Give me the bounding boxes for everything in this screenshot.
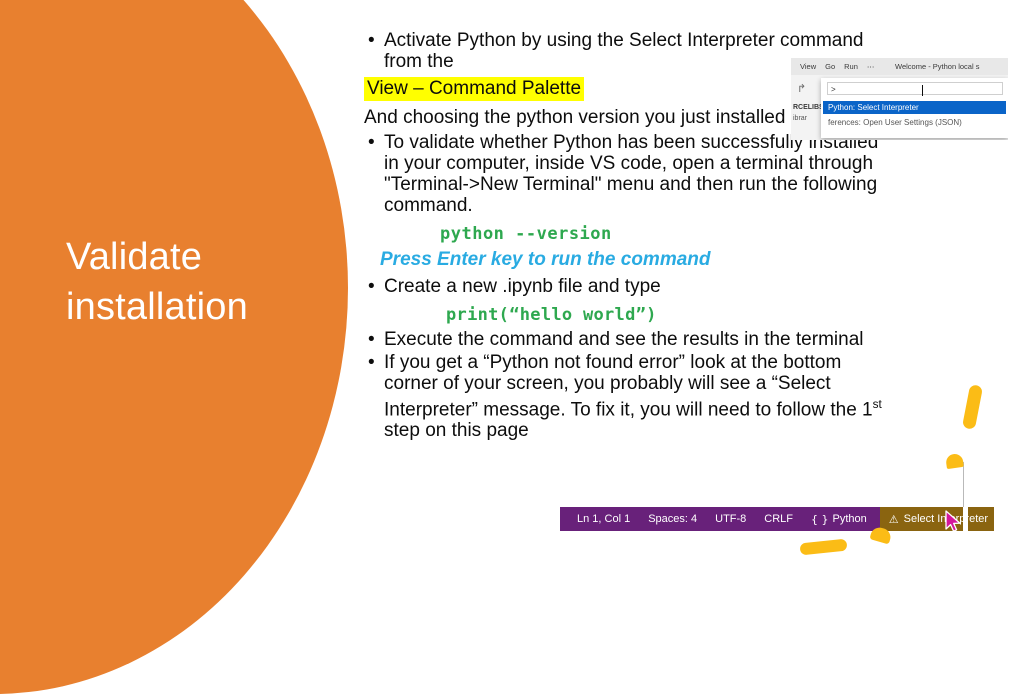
- bullet-text-validate-install: To validate whether Python has been succ…: [384, 132, 879, 216]
- status-cursor-position[interactable]: Ln 1, Col 1: [568, 513, 639, 525]
- menu-item-more-icon[interactable]: ⋯: [867, 62, 875, 71]
- bullet-dot-icon: •: [368, 329, 375, 350]
- status-encoding[interactable]: UTF-8: [706, 513, 755, 525]
- bullet-dot-icon: •: [368, 352, 375, 373]
- page-title: Validate installation: [66, 232, 336, 332]
- orange-decorative-circle: [0, 0, 348, 694]
- command-palette-input[interactable]: >: [827, 82, 1003, 95]
- palette-option-open-user-settings[interactable]: ferences: Open User Settings (JSON): [823, 116, 1006, 129]
- status-language-mode[interactable]: { } Python: [802, 513, 876, 526]
- vscode-status-bar-screenshot: Ln 1, Col 1 Spaces: 4 UTF-8 CRLF { } Pyt…: [560, 507, 995, 531]
- palette-option-python-select-interpreter[interactable]: Python: Select Interpreter: [823, 101, 1006, 114]
- bullet-text-create-ipynb: Create a new .ipynb file and type: [384, 276, 661, 297]
- bullet-text-part-2: step on this page: [384, 420, 529, 442]
- vscode-menubar: View Go Run ⋯ Welcome - Python local s: [791, 58, 1008, 75]
- vscode-command-palette-screenshot: View Go Run ⋯ Welcome - Python local s ↱…: [791, 58, 1008, 140]
- ink-annotation-stroke-vertical: [961, 384, 984, 430]
- warning-triangle-icon: ⚠: [888, 513, 899, 526]
- mouse-cursor-icon: [944, 510, 964, 539]
- pointer-arrow-icon: ↱: [797, 83, 807, 95]
- status-bar-left-group: Ln 1, Col 1 Spaces: 4 UTF-8 CRLF { } Pyt…: [560, 507, 880, 531]
- bullet-dot-icon: •: [368, 132, 375, 153]
- bullet-item-execute-command: • Execute the command and see the result…: [364, 329, 884, 350]
- bullet-dot-icon: •: [368, 30, 375, 51]
- bullet-text-part-1: If you get a “Python not found error” lo…: [384, 352, 873, 421]
- bullet-text-python-not-found: If you get a “Python not found error” lo…: [384, 352, 884, 441]
- ordinal-suffix: st: [872, 398, 882, 411]
- code-print-hello-world: print(“hello world”): [446, 305, 657, 325]
- menu-item-run[interactable]: Run: [844, 62, 858, 71]
- menu-item-go[interactable]: Go: [825, 62, 835, 71]
- status-indentation[interactable]: Spaces: 4: [639, 513, 706, 525]
- highlight-view-command-palette: View – Command Palette: [364, 77, 585, 101]
- explorer-folder-sublabel: ibrar: [793, 115, 808, 122]
- status-language-label: Python: [832, 513, 867, 525]
- ink-annotation-stroke-horizontal: [799, 538, 848, 556]
- bullet-item-python-not-found: • If you get a “Python not found error” …: [364, 352, 884, 441]
- menu-item-view[interactable]: View: [800, 62, 816, 71]
- explorer-folder-label: RCELIBS: [793, 104, 824, 111]
- status-eol[interactable]: CRLF: [755, 513, 802, 525]
- note-press-enter: Press Enter key to run the command: [380, 249, 711, 270]
- page-title-line-1: Validate: [66, 236, 203, 278]
- bullet-item-validate-install: • To validate whether Python has been su…: [364, 132, 884, 216]
- ink-annotation-stroke-arc: [945, 452, 964, 470]
- quick-input-widget: > Python: Select Interpreter ferences: O…: [821, 78, 1008, 138]
- text-caret-icon: [922, 85, 923, 96]
- status-select-interpreter-button[interactable]: ⚠ Select Interpreter: [879, 507, 995, 531]
- panel-edge-divider: [963, 462, 964, 508]
- code-python-version: python --version: [440, 224, 612, 244]
- bullet-item-create-ipynb: • Create a new .ipynb file and type: [364, 276, 884, 297]
- vscode-window-title: Welcome - Python local s: [895, 62, 980, 71]
- page-title-line-2: installation: [66, 286, 248, 328]
- python-brace-icon: { }: [811, 512, 829, 526]
- bullet-text-execute-command: Execute the command and see the results …: [384, 329, 864, 350]
- bullet-dot-icon: •: [368, 276, 375, 297]
